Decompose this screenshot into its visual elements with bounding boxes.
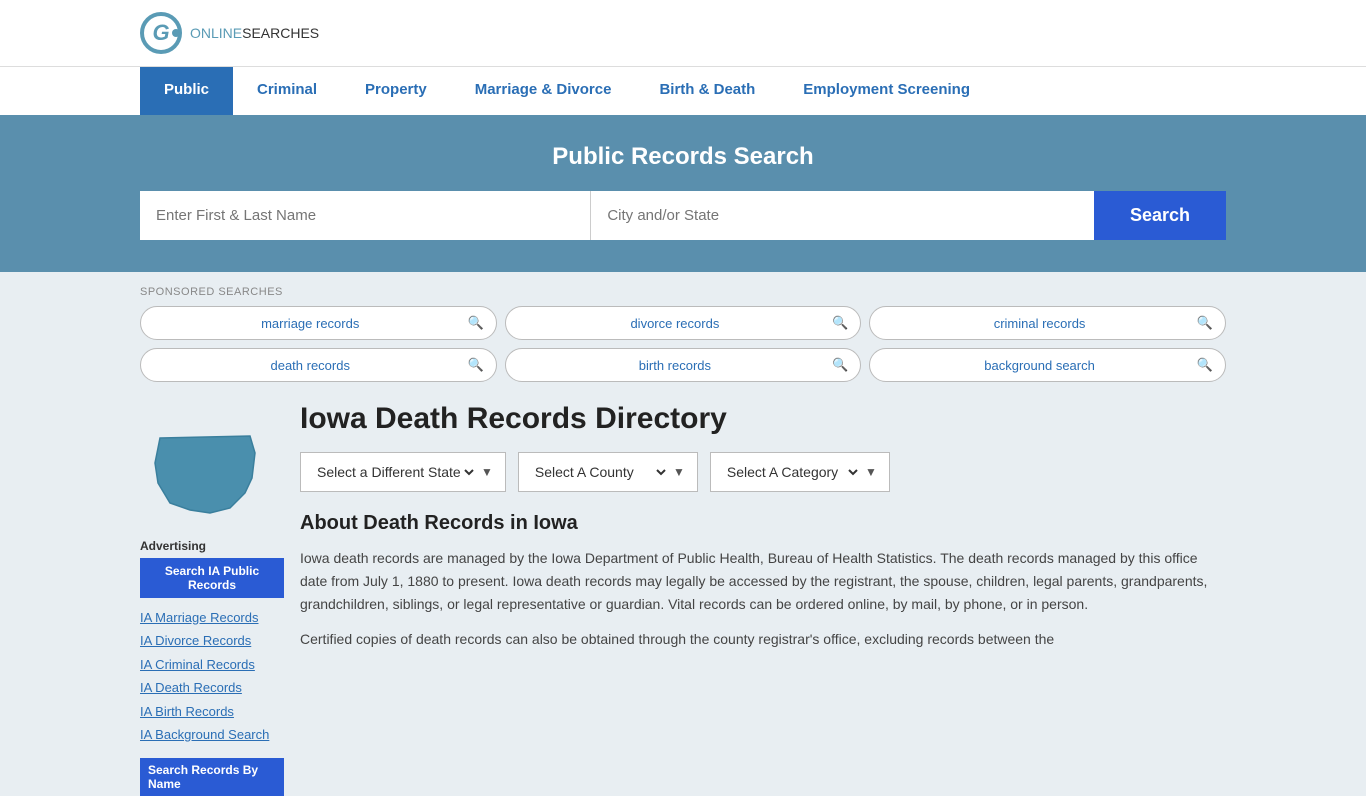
hero-section: Public Records Search Search: [0, 115, 1366, 272]
about-title: About Death Records in Iowa: [300, 512, 1226, 535]
iowa-section: Iowa Death Records Directory Select a Di…: [300, 402, 1226, 663]
about-paragraph-2: Certified copies of death records can al…: [300, 628, 1226, 651]
pill-birth-label: birth records: [518, 358, 832, 373]
county-dropdown-wrapper[interactable]: Select A County ▼: [518, 452, 698, 492]
search-location-input[interactable]: [590, 191, 1094, 240]
logo: G ONLINESEARCHES: [140, 12, 319, 54]
iowa-map-svg: [140, 418, 270, 528]
pill-death-label: death records: [153, 358, 467, 373]
sidebar-link-marriage[interactable]: IA Marriage Records: [140, 606, 284, 629]
state-dropdown-arrow: ▼: [481, 465, 493, 479]
pill-marriage-label: marriage records: [153, 316, 467, 331]
search-button[interactable]: Search: [1094, 191, 1226, 240]
county-select[interactable]: Select A County: [531, 453, 669, 491]
nav-inner: Public Criminal Property Marriage & Divo…: [0, 67, 1366, 115]
search-icon-1: 🔍: [832, 315, 848, 331]
search-icon-5: 🔍: [1197, 357, 1213, 373]
logo-g-letter: G: [152, 20, 169, 46]
pill-birth-records[interactable]: birth records 🔍: [505, 348, 862, 382]
search-icon-4: 🔍: [832, 357, 848, 373]
hero-title: Public Records Search: [140, 143, 1226, 171]
sidebar-by-name-label: Search Records By Name: [140, 758, 284, 796]
pill-background-label: background search: [882, 358, 1196, 373]
pill-criminal-records[interactable]: criminal records 🔍: [869, 306, 1226, 340]
nav-employment[interactable]: Employment Screening: [779, 67, 994, 115]
logo-icon: G: [140, 12, 182, 54]
nav-property[interactable]: Property: [341, 67, 451, 115]
sponsored-label: SPONSORED SEARCHES: [140, 286, 1226, 298]
iowa-info: Iowa Death Records Directory Select a Di…: [300, 402, 1226, 663]
sidebar-link-divorce[interactable]: IA Divorce Records: [140, 629, 284, 652]
pill-death-records[interactable]: death records 🔍: [140, 348, 497, 382]
sponsored-section: SPONSORED SEARCHES marriage records 🔍 di…: [140, 272, 1226, 382]
sidebar-link-criminal[interactable]: IA Criminal Records: [140, 653, 284, 676]
search-icon-2: 🔍: [1197, 315, 1213, 331]
logo-searches: SEARCHES: [242, 25, 319, 41]
pill-divorce-records[interactable]: divorce records 🔍: [505, 306, 862, 340]
main-content: Iowa Death Records Directory Select a Di…: [300, 402, 1226, 683]
sidebar-ad-label: Advertising: [140, 539, 284, 553]
sidebar-links: IA Marriage Records IA Divorce Records I…: [140, 606, 284, 746]
nav-birth-death[interactable]: Birth & Death: [635, 67, 779, 115]
nav-public[interactable]: Public: [140, 67, 233, 115]
iowa-map-area: [140, 418, 284, 531]
sidebar-link-death[interactable]: IA Death Records: [140, 676, 284, 699]
sidebar-search-ia-button[interactable]: Search IA Public Records: [140, 558, 284, 598]
category-dropdown-arrow: ▼: [865, 465, 877, 479]
state-select[interactable]: Select a Different State: [313, 453, 477, 491]
sidebar-link-birth[interactable]: IA Birth Records: [140, 700, 284, 723]
search-icon-0: 🔍: [467, 315, 483, 331]
county-dropdown-arrow: ▼: [673, 465, 685, 479]
sidebar: Advertising Search IA Public Records IA …: [140, 402, 300, 796]
dropdown-row: Select a Different State ▼ Select A Coun…: [300, 452, 1226, 492]
state-dropdown-wrapper[interactable]: Select a Different State ▼: [300, 452, 506, 492]
sidebar-link-background[interactable]: IA Background Search: [140, 723, 284, 746]
iowa-directory-title: Iowa Death Records Directory: [300, 402, 1226, 436]
search-pills: marriage records 🔍 divorce records 🔍 cri…: [140, 306, 1226, 382]
search-name-input[interactable]: [140, 191, 590, 240]
nav-marriage-divorce[interactable]: Marriage & Divorce: [451, 67, 636, 115]
pill-background-search[interactable]: background search 🔍: [869, 348, 1226, 382]
pill-criminal-label: criminal records: [882, 316, 1196, 331]
nav-criminal[interactable]: Criminal: [233, 67, 341, 115]
nav: Public Criminal Property Marriage & Divo…: [0, 66, 1366, 115]
category-dropdown-wrapper[interactable]: Select A Category ▼: [710, 452, 890, 492]
logo-text: ONLINESEARCHES: [190, 25, 319, 41]
pill-divorce-label: divorce records: [518, 316, 832, 331]
about-paragraph-1: Iowa death records are managed by the Io…: [300, 547, 1226, 616]
pill-marriage-records[interactable]: marriage records 🔍: [140, 306, 497, 340]
header: G ONLINESEARCHES: [0, 0, 1366, 66]
search-row: Search: [140, 191, 1226, 240]
logo-online: ONLINE: [190, 25, 242, 41]
category-select[interactable]: Select A Category: [723, 453, 861, 491]
search-icon-3: 🔍: [467, 357, 483, 373]
